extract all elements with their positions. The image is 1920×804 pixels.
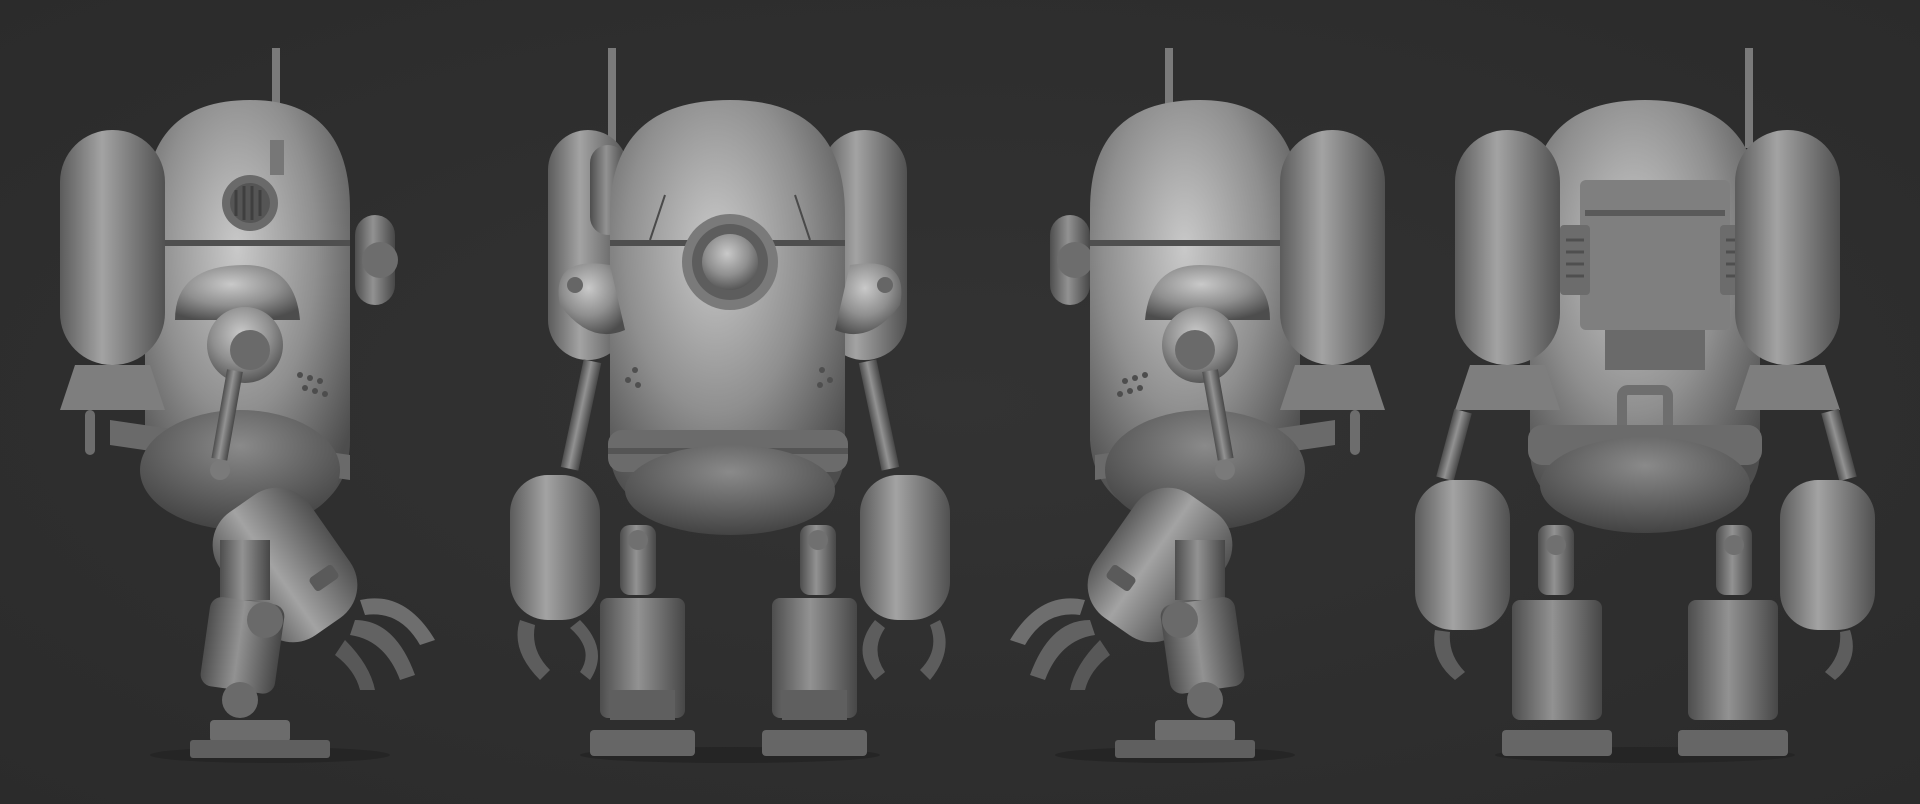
robot-view-side-right xyxy=(975,0,1415,804)
robot-view-side-left xyxy=(40,0,480,804)
robot-view-back xyxy=(1410,0,1880,804)
robot-view-front xyxy=(500,0,960,804)
turnaround-stage xyxy=(0,0,1920,804)
